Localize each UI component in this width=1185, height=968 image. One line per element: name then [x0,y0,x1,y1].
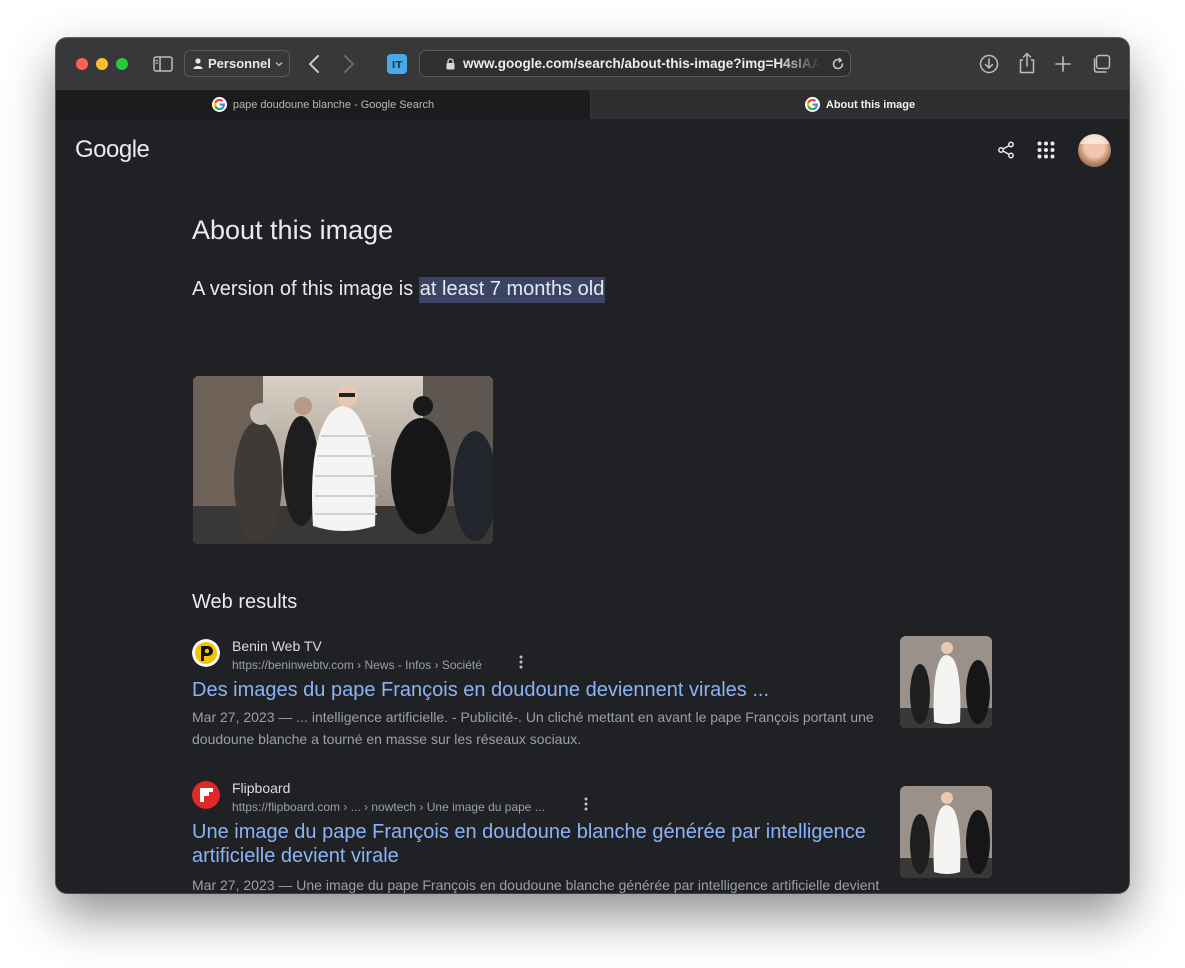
image-age-highlight: at least 7 months old [418,277,606,303]
flipboard-favicon-icon [192,781,220,809]
tab-label: About this image [825,98,916,111]
account-avatar[interactable] [1078,134,1111,167]
more-options-icon[interactable] [580,797,592,813]
searched-image[interactable] [193,376,493,544]
more-options-icon[interactable] [515,655,527,671]
web-results-heading: Web results [192,591,298,613]
address-bar[interactable]: www.google.com/search/about-this-image?i… [419,50,851,77]
tab-label: pape doudoune blanche - Google Search [232,98,435,111]
forward-arrow-icon[interactable] [339,53,359,75]
minimize-window-button[interactable] [96,58,108,70]
url-text: www.google.com/search/about-this-image?i… [463,56,821,71]
back-arrow-icon[interactable] [304,53,324,75]
result-title-link[interactable]: Une image du pape François en doudoune b… [192,820,882,868]
result-site-name[interactable]: Flipboard [232,780,290,796]
browser-toolbar: Personnel IT www.google.com/search/about… [56,38,1129,90]
google-apps-icon[interactable] [1036,140,1056,160]
google-favicon-icon [804,97,820,112]
google-logo[interactable]: Google [75,136,150,164]
lock-icon [446,57,455,70]
profile-selector[interactable]: Personnel [184,50,290,77]
result-site-name[interactable]: Benin Web TV [232,638,322,654]
result-snippet: Mar 27, 2023 — Une image du pape Françoi… [192,877,880,893]
person-icon [193,58,203,69]
sidebar-toggle-icon[interactable] [152,53,174,75]
new-tab-plus-icon[interactable] [1052,53,1074,75]
result-title-link[interactable]: Des images du pape François en doudoune … [192,678,882,702]
result-snippet: Mar 27, 2023 — ... intelligence artifici… [192,709,874,747]
google-favicon-icon [211,97,227,112]
page-title: About this image [192,215,394,245]
reload-icon[interactable] [830,56,846,72]
close-window-button[interactable] [76,58,88,70]
download-icon[interactable] [978,53,1000,75]
image-age-text: A version of this image is at least 7 mo… [192,277,606,303]
page-content: Google About this image A version of thi… [56,119,1129,893]
result-thumbnail[interactable] [900,786,992,878]
tab-google-search[interactable]: pape doudoune blanche - Google Search [56,90,591,119]
zoom-window-button[interactable] [116,58,128,70]
tab-overview-icon[interactable] [1090,53,1112,75]
profile-label: Personnel [208,56,271,71]
result-url[interactable]: https://beninwebtv.com › News - Infos › … [232,658,482,672]
benin-web-tv-favicon-icon [192,639,220,667]
chevron-down-icon [275,61,283,67]
result-thumbnail[interactable] [900,636,992,728]
svg-text:IT: IT [392,60,403,71]
image-age-prefix: A version of this image is [192,278,419,300]
share-icon[interactable] [1016,51,1038,75]
translate-extension-icon[interactable]: IT [386,53,408,75]
result-url[interactable]: https://flipboard.com › ... › nowtech › … [232,800,545,814]
tab-about-this-image[interactable]: About this image [591,90,1129,119]
share-icon[interactable] [996,140,1016,160]
tab-bar: pape doudoune blanche - Google Search Ab… [56,90,1129,120]
browser-window: Personnel IT www.google.com/search/about… [56,38,1129,893]
